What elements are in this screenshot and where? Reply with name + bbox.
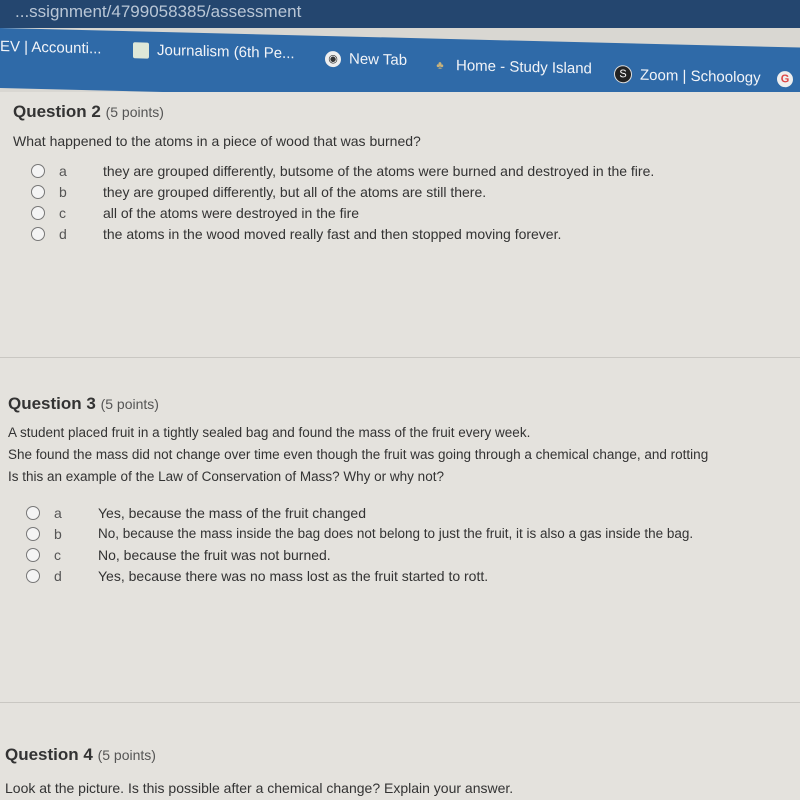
option-letter: b xyxy=(59,183,67,200)
question-points: (5 points) xyxy=(105,104,164,120)
image-icon xyxy=(133,41,149,59)
bookmark-google[interactable]: G xyxy=(777,70,793,88)
bookmark-new-tab[interactable]: ◉ New Tab xyxy=(325,50,407,69)
question-text-line: She found the mass did not change over t… xyxy=(8,447,709,462)
bookmark-label: EV | Accounti... xyxy=(0,38,102,58)
palm-tree-icon: ♣ xyxy=(436,59,444,72)
option-b[interactable]: b No, because the mass inside the bag doe… xyxy=(26,523,794,544)
option-text: Yes, because there was no mass lost as t… xyxy=(98,567,489,584)
radio-button[interactable] xyxy=(26,505,40,520)
question-text: What happened to the atoms in a piece of… xyxy=(13,133,421,149)
option-text: all of the atoms were destroyed in the f… xyxy=(103,204,360,221)
assessment-page: Question 2 (5 points) What happened to t… xyxy=(0,92,800,800)
radio-button[interactable] xyxy=(26,568,40,583)
option-letter: c xyxy=(59,204,66,221)
question-points: (5 points) xyxy=(97,747,156,763)
divider xyxy=(0,357,800,358)
address-bar[interactable]: ...ssignment/4799058385/assessment xyxy=(0,0,800,28)
globe-icon: ◉ xyxy=(325,50,341,67)
radio-button[interactable] xyxy=(31,205,45,220)
bookmark-study-island[interactable]: ♣ Home - Study Island xyxy=(432,57,592,78)
option-c[interactable]: c No, because the fruit was not burned. xyxy=(26,544,794,565)
option-text: they are grouped differently, butsome of… xyxy=(103,162,655,179)
bookmark-journalism[interactable]: Journalism (6th Pe... xyxy=(133,41,295,62)
radio-button[interactable] xyxy=(31,184,45,199)
option-d[interactable]: d Yes, because there was no mass lost as … xyxy=(26,565,794,586)
question-2: Question 2 (5 points) What happened to t… xyxy=(13,102,794,244)
option-text: they are grouped differently, but all of… xyxy=(103,183,487,200)
question-text-line: Is this an example of the Law of Conserv… xyxy=(8,469,444,484)
radio-button[interactable] xyxy=(31,163,45,178)
schoology-icon: S xyxy=(614,65,632,84)
radio-button[interactable] xyxy=(26,547,40,562)
bookmark-schoology[interactable]: S Zoom | Schoology xyxy=(614,65,761,87)
url-text: ...ssignment/4799058385/assessment xyxy=(15,2,302,21)
question-text-line: A student placed fruit in a tightly seal… xyxy=(8,425,531,440)
option-text: No, because the mass inside the bag does… xyxy=(98,526,694,541)
bookmark-label: Zoom | Schoology xyxy=(640,66,761,87)
question-text: Look at the picture. Is this possible af… xyxy=(5,780,514,796)
question-4: Question 4 (5 points) Look at the pictur… xyxy=(5,745,794,799)
option-letter: c xyxy=(54,546,61,563)
option-letter: b xyxy=(54,525,62,542)
question-title: Question 3 xyxy=(8,394,96,413)
bookmark-accounting[interactable]: EV | Accounti... xyxy=(0,38,101,57)
option-d[interactable]: d the atoms in the wood moved really fast… xyxy=(31,223,794,244)
option-b[interactable]: b they are grouped differently, but all o… xyxy=(31,181,794,202)
option-a[interactable]: a they are grouped differently, butsome o… xyxy=(31,160,794,181)
divider xyxy=(0,702,800,703)
option-letter: a xyxy=(59,162,67,179)
question-3: Question 3 (5 points) A student placed f… xyxy=(8,394,794,586)
question-title: Question 2 xyxy=(13,102,101,121)
option-text: No, because the fruit was not burned. xyxy=(98,546,331,563)
option-c[interactable]: c all of the atoms were destroyed in the … xyxy=(31,202,794,223)
question-title: Question 4 xyxy=(5,745,93,764)
option-letter: d xyxy=(54,567,62,584)
radio-button[interactable] xyxy=(31,226,45,241)
bookmark-label: New Tab xyxy=(349,50,408,69)
bookmark-label: Home - Study Island xyxy=(456,57,592,78)
radio-button[interactable] xyxy=(26,526,40,541)
option-letter: a xyxy=(54,504,62,521)
option-text: the atoms in the wood moved really fast … xyxy=(103,225,562,242)
question-points: (5 points) xyxy=(100,396,159,412)
option-letter: d xyxy=(59,225,67,242)
option-text: Yes, because the mass of the fruit chang… xyxy=(98,504,366,521)
google-icon: G xyxy=(777,70,793,88)
option-a[interactable]: a Yes, because the mass of the fruit chan… xyxy=(26,502,794,523)
bookmark-label: Journalism (6th Pe... xyxy=(157,41,295,63)
